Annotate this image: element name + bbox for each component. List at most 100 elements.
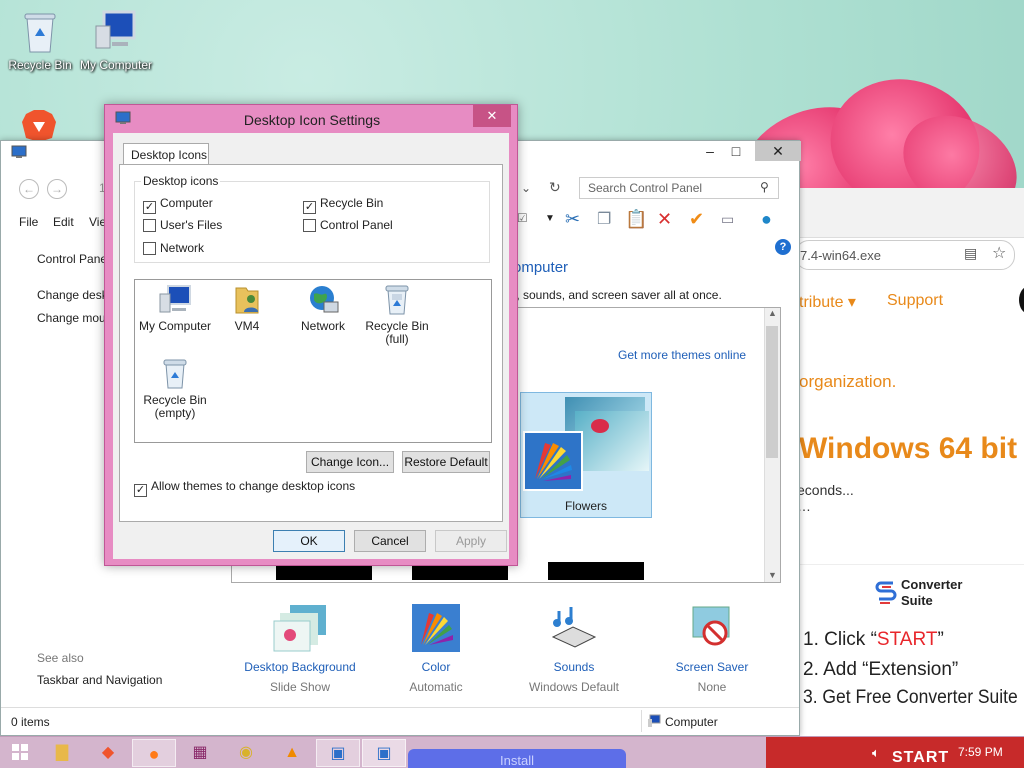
help-icon[interactable]: ?: [775, 239, 791, 255]
browser-url-bar[interactable]: 7.4-win64.exe ▤ ☆: [795, 240, 1015, 270]
ok-button[interactable]: OK: [273, 530, 345, 552]
restore-default-button[interactable]: Restore Default: [402, 451, 490, 473]
desktop-icon-my-computer[interactable]: My Computer: [76, 10, 156, 72]
globe-icon[interactable]: ●: [761, 209, 772, 230]
icon-item-my-computer[interactable]: My Computer: [135, 284, 215, 333]
nav-distribute[interactable]: tribute ▾: [799, 292, 856, 312]
search-icon: ⚲: [760, 180, 769, 194]
checkbox-computer[interactable]: ✓ Computer: [143, 196, 213, 214]
reader-icon[interactable]: ▤: [964, 245, 977, 262]
volume-icon[interactable]: 🔈︎: [872, 745, 880, 761]
taskbar-control-panel[interactable]: ▣: [316, 739, 360, 767]
checkbox-network[interactable]: Network: [143, 241, 204, 255]
status-bar: 0 items Computer: [1, 707, 799, 735]
sidebar-link-control-panel[interactable]: Control Pane: [37, 252, 107, 266]
theme-preview-mid: [575, 411, 649, 471]
desktop-background-icon: [273, 605, 326, 652]
sidebar-link-change-desktop-icons[interactable]: Change desk: [37, 288, 108, 302]
color-item[interactable]: Color Automatic: [371, 603, 501, 694]
taskbar-navigation-link[interactable]: Taskbar and Navigation: [37, 673, 162, 687]
icon-list[interactable]: My Computer VM4 Network Recycle Bin (ful…: [134, 279, 492, 443]
back-button[interactable]: ←: [19, 179, 39, 199]
winrar-icon: ▦: [192, 744, 208, 761]
refresh-icon[interactable]: ↻: [549, 179, 561, 196]
ad-start-badge: START: [892, 749, 950, 766]
brave-desktop-icon[interactable]: [20, 110, 58, 142]
computer-icon: [159, 285, 191, 313]
icon-item-recycle-bin-full[interactable]: Recycle Bin (full): [357, 284, 437, 346]
dropdown-chevron-icon[interactable]: ⌄: [521, 181, 531, 195]
item-count: 0 items: [11, 715, 50, 729]
close-button[interactable]: ✕: [755, 141, 801, 161]
icon-item-recycle-bin-empty[interactable]: Recycle Bin (empty): [135, 358, 215, 420]
bookmark-star-icon[interactable]: ☆: [992, 243, 1006, 263]
taskbar: ▇ ◆ ● ▦ ◉ ▲ ▣ ▣ Install 🔈︎ START 7:59 PM: [0, 736, 1024, 768]
nav-support[interactable]: Support: [887, 292, 943, 310]
checkbox-users-files[interactable]: User's Files: [143, 218, 222, 232]
apply-button[interactable]: Apply: [435, 530, 507, 552]
desktop-icon-recycle-bin[interactable]: Recycle Bin: [0, 10, 80, 72]
theme-scrollbar[interactable]: ▲ ▼: [764, 308, 780, 582]
sounds-item[interactable]: Sounds Windows Default: [509, 603, 639, 694]
copy-icon[interactable]: ❐: [597, 209, 611, 229]
taskbar-vlc[interactable]: ▲: [270, 739, 314, 767]
delete-icon[interactable]: ✕: [657, 209, 672, 230]
theme-flowers[interactable]: Flowers: [520, 392, 652, 518]
menu-file[interactable]: File: [19, 215, 38, 229]
desktop-background-item[interactable]: Desktop Background Slide Show: [235, 603, 365, 694]
start-button[interactable]: [4, 739, 36, 767]
icon-item-vm4[interactable]: VM4: [207, 284, 287, 333]
page-headline: Windows 64 bit: [799, 432, 1018, 465]
checkbox-box[interactable]: [303, 219, 316, 232]
toolbar-dropdown-icon[interactable]: ▼: [545, 213, 555, 224]
forward-button[interactable]: →: [47, 179, 67, 199]
taskbar-winrar[interactable]: ▦: [178, 739, 222, 767]
control-panel-icon: ▣: [330, 745, 346, 762]
desktop-icon-settings-dialog: Desktop Icon Settings ✕ Desktop Icons De…: [104, 104, 518, 566]
checkbox-control-panel[interactable]: Control Panel: [303, 218, 393, 232]
checkbox-view-icon[interactable]: ☑: [517, 211, 528, 225]
paste-icon[interactable]: 📋: [625, 209, 647, 230]
checkbox-box[interactable]: ✓: [143, 201, 156, 214]
computer-small-icon: [648, 714, 661, 727]
taskbar-brave[interactable]: ◆: [86, 739, 130, 767]
search-input[interactable]: Search Control Panel ⚲: [579, 177, 779, 199]
icon-item-network[interactable]: Network: [283, 284, 363, 333]
cut-icon[interactable]: ✂: [565, 209, 580, 230]
dialog-close-button[interactable]: ✕: [473, 105, 511, 127]
url-text: 7.4-win64.exe: [800, 248, 881, 263]
change-icon-button[interactable]: Change Icon...: [306, 451, 394, 473]
get-more-themes-link[interactable]: Get more themes online: [618, 348, 746, 362]
ad-banner[interactable]: Converter Suite 1. Click “START” 2. Add …: [799, 564, 1024, 728]
taskbar-file-explorer[interactable]: ▇: [40, 739, 84, 767]
checkbox-allow-themes[interactable]: ✓ Allow themes to change desktop icons: [134, 479, 355, 497]
checkbox-box[interactable]: ✓: [134, 484, 147, 497]
ad-brand-line2: Suite: [901, 593, 933, 608]
taskbar-firefox[interactable]: ●: [132, 739, 176, 767]
group-title: Desktop icons: [141, 174, 221, 188]
cancel-button[interactable]: Cancel: [354, 530, 426, 552]
scrollbar-thumb[interactable]: [766, 326, 778, 458]
install-button-partial[interactable]: Install: [408, 749, 626, 768]
maximize-button[interactable]: □: [721, 141, 751, 161]
converter-suite-logo-icon: [875, 581, 897, 604]
checkbox-recycle-bin[interactable]: ✓ Recycle Bin: [303, 196, 383, 214]
checkbox-box[interactable]: ✓: [303, 201, 316, 214]
menu-edit[interactable]: Edit: [53, 215, 74, 229]
sidebar-link-change-mouse[interactable]: Change mou: [37, 311, 106, 325]
checkbox-box[interactable]: [143, 219, 156, 232]
recycle-bin-icon: [24, 13, 56, 53]
taskbar-media-disc[interactable]: ◉: [224, 739, 268, 767]
checkmark-icon[interactable]: ✔: [689, 209, 704, 230]
tab-desktop-icons[interactable]: Desktop Icons: [123, 143, 209, 165]
browser-window: 7.4-win64.exe ▤ ☆ tribute ▾ Support orga…: [784, 188, 1024, 740]
control-panel-icon: [11, 145, 27, 158]
network-globe-icon: [310, 286, 339, 313]
account-avatar[interactable]: [1019, 286, 1024, 314]
checkbox-box[interactable]: [143, 242, 156, 255]
clock-time[interactable]: 7:59 PM: [958, 745, 1003, 759]
desktop-icon-label: Recycle Bin: [8, 58, 72, 72]
properties-icon[interactable]: ▭: [721, 211, 734, 228]
taskbar-desktop-icon-settings[interactable]: ▣: [362, 739, 406, 767]
screen-saver-item[interactable]: Screen Saver None: [647, 603, 777, 694]
